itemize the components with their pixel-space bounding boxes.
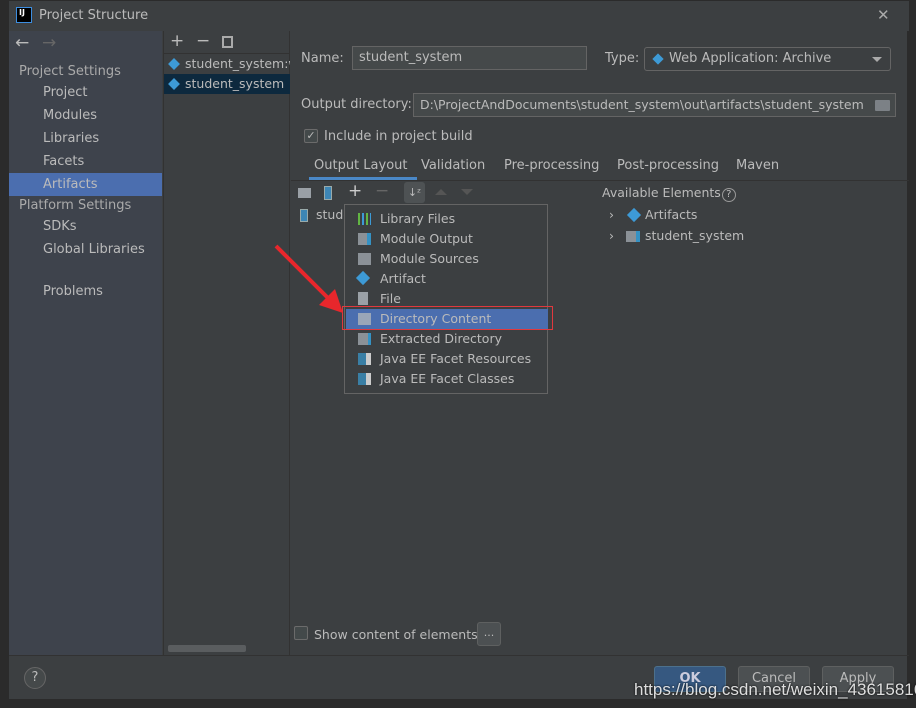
back-icon[interactable]: ←: [15, 33, 29, 53]
artifact-icon: [355, 270, 371, 286]
artifact-label: student_system:wa: [185, 56, 290, 71]
window-title: Project Structure: [39, 8, 149, 23]
menu-item-module-sources[interactable]: Module Sources: [346, 249, 548, 269]
module-folder-icon: [626, 231, 640, 242]
menu-label: Java EE Facet Resources: [380, 351, 532, 366]
tab-pre-processing[interactable]: Pre-processing: [504, 158, 599, 173]
sidebar-item-facets[interactable]: Facets: [9, 150, 162, 173]
archive-icon: [300, 209, 308, 222]
remove-artifact-button[interactable]: −: [196, 31, 210, 51]
intellij-logo-icon: IJ: [16, 7, 32, 23]
available-item-artifacts[interactable]: › Artifacts: [609, 207, 698, 223]
divider: [9, 655, 909, 656]
type-dropdown[interactable]: Web Application: Archive: [644, 47, 891, 71]
sidebar-item-global-libraries[interactable]: Global Libraries: [9, 238, 162, 261]
move-down-icon: [461, 189, 473, 195]
move-up-icon: [435, 189, 447, 195]
web-archive-icon: [168, 78, 180, 90]
sidebar-item-modules[interactable]: Modules: [9, 104, 162, 127]
menu-label: Artifact: [380, 271, 426, 286]
remove-element-button: −: [375, 181, 390, 201]
menu-item-javaee-resources[interactable]: Java EE Facet Resources: [346, 349, 548, 369]
extracted-directory-icon: [358, 333, 371, 345]
close-icon[interactable]: ✕: [877, 6, 890, 24]
menu-item-extracted-directory[interactable]: Extracted Directory: [346, 329, 548, 349]
type-value: Web Application: Archive: [669, 51, 832, 66]
chevron-right-icon: ›: [609, 207, 614, 222]
tab-output-layout[interactable]: Output Layout: [314, 158, 407, 173]
web-archive-icon: [168, 58, 180, 70]
available-title-text: Available Elements: [602, 185, 721, 200]
sidebar-item-problems[interactable]: Problems: [9, 280, 162, 303]
add-artifact-button[interactable]: +: [170, 31, 184, 51]
module-output-icon: [358, 233, 371, 245]
show-content-checkbox[interactable]: [294, 626, 308, 640]
create-directory-icon[interactable]: [298, 188, 311, 198]
web-archive-icon: [652, 53, 664, 65]
menu-label: File: [380, 291, 401, 306]
create-archive-icon[interactable]: [324, 186, 332, 200]
menu-item-javaee-classes[interactable]: Java EE Facet Classes: [346, 369, 548, 389]
tab-validation[interactable]: Validation: [421, 158, 485, 173]
artifacts-list-panel: + − student_system:wa student_system: [163, 31, 290, 656]
project-settings-header: Project Settings: [19, 64, 121, 79]
add-element-menu: Library Files Module Output Module Sourc…: [344, 204, 548, 394]
menu-label: Module Sources: [380, 251, 479, 266]
available-label: student_system: [645, 228, 745, 243]
menu-label: Extracted Directory: [380, 331, 502, 346]
tab-maven[interactable]: Maven: [736, 158, 779, 173]
menu-label: Java EE Facet Classes: [380, 371, 515, 386]
sidebar-item-libraries[interactable]: Libraries: [9, 127, 162, 150]
include-in-build-checkbox[interactable]: ✓: [304, 129, 318, 143]
copy-icon[interactable]: [222, 36, 233, 48]
menu-label: Library Files: [380, 211, 456, 226]
menu-item-artifact[interactable]: Artifact: [346, 269, 548, 289]
help-button[interactable]: ?: [24, 667, 46, 689]
sidebar-item-sdks[interactable]: SDKs: [9, 215, 162, 238]
tab-post-processing[interactable]: Post-processing: [617, 158, 719, 173]
chevron-right-icon: ›: [609, 228, 614, 243]
artifact-item[interactable]: student_system:wa: [164, 54, 290, 74]
sort-icon[interactable]: ↓ᶻ: [404, 182, 425, 203]
red-arrow-annotation: [274, 244, 343, 313]
platform-settings-header: Platform Settings: [19, 198, 132, 213]
artifact-icon: [626, 207, 642, 223]
javaee-icon: [358, 353, 371, 365]
artifact-label: student_system: [185, 76, 285, 91]
module-sources-icon: [358, 253, 371, 265]
forward-icon[interactable]: →: [42, 33, 56, 53]
title-bar: IJ Project Structure ✕: [9, 1, 909, 31]
sidebar-item-artifacts[interactable]: Artifacts: [9, 173, 162, 196]
javaee-icon: [358, 373, 371, 385]
project-structure-dialog: IJ Project Structure ✕ ← → Project Setti…: [8, 0, 909, 700]
help-icon[interactable]: ?: [721, 188, 736, 202]
add-element-button[interactable]: +: [348, 181, 362, 201]
menu-item-library-files[interactable]: Library Files: [346, 209, 548, 229]
available-label: Artifacts: [645, 207, 698, 222]
available-elements-title: Available Elements?: [602, 185, 736, 202]
menu-label: Module Output: [380, 231, 473, 246]
more-options-button[interactable]: ...: [477, 622, 501, 646]
output-directory-input[interactable]: D:\ProjectAndDocuments\student_system\ou…: [413, 93, 896, 117]
type-label: Type:: [605, 51, 640, 66]
name-input[interactable]: student_system: [352, 46, 587, 70]
artifact-item-selected[interactable]: student_system: [164, 74, 290, 94]
available-item-module[interactable]: › student_system: [609, 228, 744, 243]
show-content-label: Show content of elements: [314, 627, 478, 642]
chevron-down-icon: [872, 57, 882, 62]
watermark: https://blog.csdn.net/weixin_43615816: [634, 680, 916, 699]
name-label: Name:: [301, 51, 344, 66]
menu-item-module-output[interactable]: Module Output: [346, 229, 548, 249]
horizontal-scrollbar[interactable]: [168, 645, 246, 652]
highlight-box: [342, 306, 553, 330]
sidebar: ← → Project Settings Project Modules Lib…: [9, 31, 162, 656]
browse-folder-icon[interactable]: [875, 100, 890, 111]
output-directory-label: Output directory:: [301, 97, 412, 112]
file-icon: [358, 292, 368, 305]
library-icon: [358, 213, 371, 225]
sidebar-item-project[interactable]: Project: [9, 81, 162, 104]
include-in-build-label: Include in project build: [324, 129, 473, 144]
